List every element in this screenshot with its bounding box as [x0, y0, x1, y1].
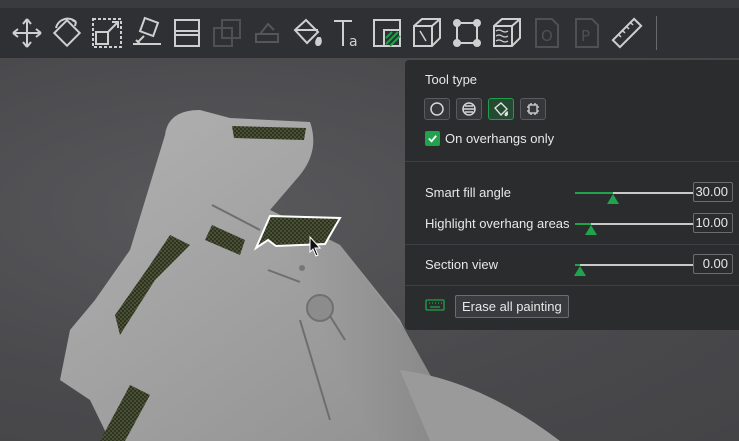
slider-thumb[interactable] [607, 194, 619, 204]
sphere-tool-icon[interactable] [456, 98, 482, 120]
fit-bounds-icon[interactable] [448, 13, 486, 53]
on-overhangs-only-checkbox[interactable] [425, 131, 440, 146]
keyboard-icon[interactable] [425, 299, 445, 314]
section-view-value[interactable]: 0.00 [693, 254, 733, 274]
ruler-icon[interactable] [608, 13, 646, 53]
on-overhangs-only-row[interactable]: On overhangs only [425, 131, 554, 146]
fuzzy-skin-icon[interactable] [488, 13, 526, 53]
slider-row: Section view 0.00 [425, 253, 735, 277]
highlight-overhang-areas-slider[interactable] [575, 223, 701, 235]
smart-fill-angle-slider[interactable] [575, 192, 701, 204]
highlight-overhang-areas-label: Highlight overhang areas [425, 216, 570, 231]
erase-all-painting-button[interactable]: Erase all painting [455, 295, 569, 318]
tool-type-label: Tool type [425, 72, 478, 87]
text-icon[interactable]: a [328, 13, 366, 53]
move-icon[interactable] [8, 13, 46, 53]
tool-type-selector [424, 98, 546, 120]
divider [405, 285, 739, 286]
smart-fill-angle-value[interactable]: 30.00 [693, 182, 733, 202]
slider-row: Highlight overhang areas 10.00 [425, 212, 735, 236]
section-view-slider[interactable] [574, 264, 701, 276]
paint-bucket-icon[interactable] [288, 13, 326, 53]
page-o-icon[interactable]: O [528, 13, 566, 53]
circle-tool-icon[interactable] [424, 98, 450, 120]
toolbar: a O P [0, 0, 739, 58]
cut-icon[interactable] [168, 13, 206, 53]
divider [405, 244, 739, 245]
erase-row: Erase all painting [425, 295, 569, 318]
support-paint-disabled-icon[interactable] [248, 13, 286, 53]
place-on-face-icon[interactable] [128, 13, 166, 53]
rotate-icon[interactable] [48, 13, 86, 53]
arrange-icon[interactable] [208, 13, 246, 53]
fill-tool-icon[interactable] [488, 98, 514, 120]
measure-box-icon[interactable] [408, 13, 446, 53]
svg-text:O: O [541, 27, 553, 45]
slider-thumb[interactable] [574, 266, 586, 276]
on-overhangs-only-label: On overhangs only [445, 131, 555, 146]
svg-text:P: P [581, 27, 590, 45]
svg-text:a: a [349, 34, 358, 50]
divider [405, 161, 739, 162]
scale-icon[interactable] [88, 13, 126, 53]
toolbar-separator [656, 16, 657, 50]
smart-fill-angle-label: Smart fill angle [425, 185, 511, 200]
slider-thumb[interactable] [585, 225, 597, 235]
section-view-label: Section view [425, 257, 498, 272]
gap-fill-tool-icon[interactable] [520, 98, 546, 120]
slider-row: Smart fill angle 30.00 [425, 181, 735, 205]
page-p-icon[interactable]: P [568, 13, 606, 53]
seam-paint-icon[interactable] [368, 13, 406, 53]
highlight-overhang-areas-value[interactable]: 10.00 [693, 213, 733, 233]
paint-settings-panel: Tool type On overhangs only Smart fill a… [405, 60, 739, 330]
